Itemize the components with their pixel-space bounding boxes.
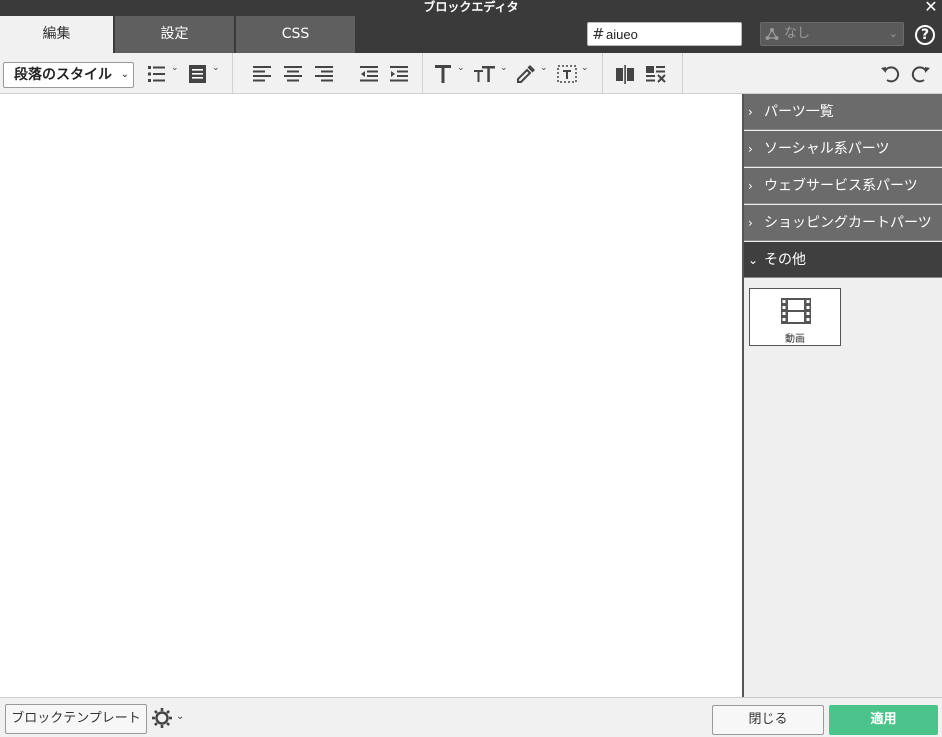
clear-format-icon [646,66,666,83]
help-icon[interactable]: ? [915,25,935,45]
color-picker-button[interactable]: ⌄ [515,63,549,85]
outdent-icon [360,66,378,82]
part-label: 動画 [785,334,805,345]
class-select[interactable]: なし ⌄ [760,22,904,46]
title-bar: ブロックエディタ ✕ [0,0,942,16]
paragraph-style-dropdown[interactable]: 段落のスタイル ⌄ [3,62,134,88]
align-center-button[interactable] [282,63,304,85]
tab-settings[interactable]: 設定 [115,16,235,53]
class-select-value: なし [784,26,811,41]
id-input[interactable] [606,24,738,44]
chevron-down-icon: ⌄ [457,63,465,73]
undo-button[interactable] [879,63,901,85]
text-button[interactable]: ⌄ [432,63,466,85]
block-format-button[interactable]: ⌄ [187,63,221,85]
toolbar-divider [422,53,423,93]
toolbar: 段落のスタイル ⌄ ⌄ ⌄ ⌄ ⌄ ⌄ ⌄ [0,53,942,94]
close-button[interactable]: 閉じる [712,705,824,735]
chevron-right-icon: › [748,179,753,193]
hash-icon: # [592,25,605,43]
part-video[interactable]: 動画 [749,288,841,346]
tab-css[interactable]: CSS [236,16,356,53]
align-left-button[interactable] [251,63,273,85]
text-size-icon [474,66,495,82]
chevron-right-icon: › [748,105,753,119]
section-parts-list[interactable]: › パーツ一覧 [744,94,942,130]
toolbar-divider [602,53,603,93]
chevron-down-icon: ⌄ [540,63,548,73]
section-label: パーツ一覧 [764,104,834,120]
toolbar-divider [232,53,233,93]
chevron-down-icon: ⌄ [171,63,179,73]
apply-button[interactable]: 適用 [829,705,938,735]
border-box-button[interactable]: ⌄ [556,63,590,85]
section-other[interactable]: ⌄ その他 [744,242,942,278]
border-box-icon [557,65,577,83]
indent-button[interactable] [388,63,410,85]
parts-panel: › パーツ一覧 › ソーシャル系パーツ › ウェブサービス系パーツ › ショッピ… [744,94,942,697]
block-template-button[interactable]: ブロックテンプレート [5,704,147,734]
section-web-service-parts[interactable]: › ウェブサービス系パーツ [744,168,942,204]
toolbar-divider [682,53,683,93]
chevron-down-icon: ⌄ [212,63,220,73]
bulleted-list-icon [148,66,165,82]
gear-icon[interactable] [151,707,173,729]
chevron-right-icon: › [748,142,753,156]
redo-icon [911,66,930,83]
clear-format-button[interactable] [644,63,668,85]
paragraph-style-label: 段落のスタイル [14,67,112,83]
close-icon[interactable]: ✕ [922,0,940,16]
section-shopping-cart-parts[interactable]: › ショッピングカートパーツ [744,205,942,241]
indent-icon [390,66,408,82]
column-icon [616,65,634,84]
text-size-button[interactable]: ⌄ [473,63,509,85]
bulleted-list-button[interactable]: ⌄ [146,63,180,85]
section-label: ウェブサービス系パーツ [764,178,918,194]
node-icon [765,28,779,40]
section-label: ソーシャル系パーツ [764,141,890,157]
window-title: ブロックエディタ [423,0,519,14]
editor-canvas[interactable] [0,94,742,697]
id-field: # [587,22,742,46]
redo-button[interactable] [910,63,932,85]
align-center-icon [284,66,302,82]
footer: ブロックテンプレート ⌄ 閉じる 適用 [0,697,942,737]
outdent-button[interactable] [358,63,380,85]
color-picker-icon [517,65,535,83]
chevron-down-icon: ⌄ [500,63,508,73]
section-social-parts[interactable]: › ソーシャル系パーツ [744,131,942,167]
chevron-down-icon: ⌄ [581,63,589,73]
header: 編集 設定 CSS # なし ⌄ ? [0,16,942,53]
align-left-icon [253,66,271,82]
film-icon [781,298,811,324]
chevron-down-icon: ⌄ [120,69,129,80]
chevron-down-icon: ⌄ [748,253,759,267]
block-format-icon [189,65,206,83]
text-icon [435,65,451,83]
chevron-right-icon: › [748,216,753,230]
column-button[interactable] [614,63,636,85]
tab-edit[interactable]: 編集 [0,16,114,53]
chevron-down-icon[interactable]: ⌄ [176,711,184,722]
section-label: ショッピングカートパーツ [764,215,932,231]
align-right-button[interactable] [313,63,335,85]
align-right-icon [315,66,333,82]
undo-icon [881,66,900,83]
section-label: その他 [764,252,806,268]
chevron-down-icon: ⌄ [888,27,898,40]
